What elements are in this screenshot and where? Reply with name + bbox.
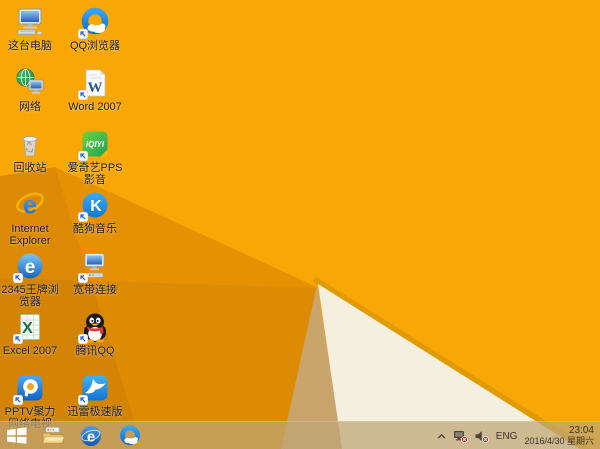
desktop-icon-word-2007[interactable]: W Word 2007 — [63, 67, 127, 113]
icon-label: 网络 — [19, 101, 41, 113]
svg-text:K: K — [90, 198, 102, 215]
internet-explorer-icon: e — [14, 189, 46, 221]
broadband-connection-icon — [78, 250, 111, 283]
shortcut-arrow-icon — [13, 273, 23, 283]
kugou-music-icon: K — [78, 189, 111, 222]
network-tray-icon[interactable] — [453, 430, 468, 443]
volume-muted-icon — [475, 430, 489, 443]
shortcut-arrow-icon — [78, 273, 88, 283]
desktop: 这台电脑 网络 回收站 e Internet Explorer e 2345王牌… — [0, 0, 600, 449]
desktop-icon-2345-browser[interactable]: e 2345王牌浏览器 — [0, 250, 62, 308]
qq-browser-taskbar-button[interactable] — [110, 422, 150, 449]
tencent-qq-icon — [78, 311, 111, 344]
icon-label: 宽带连接 — [73, 284, 117, 296]
this-pc-icon — [14, 6, 46, 38]
qq-browser-icon — [78, 6, 111, 39]
icon-label: 这台电脑 — [8, 40, 52, 52]
icon-label: Excel 2007 — [2, 345, 58, 357]
internet-explorer-taskbar-button[interactable]: e — [72, 422, 110, 449]
shortcut-arrow-icon — [78, 212, 88, 222]
qq-browser-icon — [120, 424, 140, 445]
shortcut-arrow-icon — [78, 90, 88, 100]
internet-explorer-icon: e — [81, 425, 101, 446]
svg-text:e: e — [23, 192, 37, 220]
desktop-icon-this-pc[interactable]: 这台电脑 — [0, 6, 62, 52]
show-hidden-icons-button[interactable] — [437, 433, 446, 440]
icon-label: Word 2007 — [68, 101, 122, 113]
chevron-up-icon — [437, 433, 446, 438]
network-disconnected-icon — [453, 430, 468, 443]
svg-text:iQIYI: iQIYI — [86, 140, 105, 149]
desktop-icon-network[interactable]: 网络 — [0, 67, 62, 113]
desktop-icon-kugou-music[interactable]: K 酷狗音乐 — [63, 189, 127, 235]
desktop-icon-tencent-qq[interactable]: 腾讯QQ — [63, 311, 127, 357]
icon-label: 2345王牌浏览器 — [1, 284, 59, 308]
recycle-bin-icon — [14, 128, 46, 160]
icon-label: 腾讯QQ — [75, 345, 115, 357]
shortcut-arrow-icon — [78, 334, 88, 344]
icon-label: QQ浏览器 — [69, 40, 121, 52]
icon-label: 回收站 — [13, 162, 47, 174]
shortcut-arrow-icon — [78, 151, 88, 161]
icon-label: Internet Explorer — [9, 223, 51, 247]
file-explorer-icon — [42, 427, 64, 444]
clock-time: 23:04 — [568, 425, 594, 436]
svg-text:W: W — [88, 80, 103, 96]
iqiyi-pps-icon: iQIYI — [78, 128, 111, 161]
system-tray: ENG 23:04 2016/4/30 星期六 — [437, 422, 596, 449]
2345-browser-icon: e — [13, 250, 46, 283]
icon-label: 迅雷极速版 — [67, 406, 123, 418]
file-explorer-button[interactable] — [34, 422, 72, 449]
icon-label: 酷狗音乐 — [73, 223, 117, 235]
desktop-icon-thunder[interactable]: 迅雷极速版 — [63, 372, 127, 418]
taskbar: e ENG 23:04 2016/4/30 星期六 — [0, 421, 600, 449]
volume-tray-icon[interactable] — [475, 430, 489, 443]
icon-label: 爱奇艺PPS 影音 — [67, 162, 123, 186]
desktop-icon-qq-browser[interactable]: QQ浏览器 — [63, 6, 127, 52]
word-2007-icon: W — [78, 67, 111, 100]
svg-text:e: e — [25, 257, 36, 278]
windows-logo-icon — [7, 427, 27, 444]
start-button[interactable] — [0, 422, 34, 449]
desktop-icon-iqiyi-pps[interactable]: iQIYI 爱奇艺PPS 影音 — [63, 128, 127, 186]
clock-date: 2016/4/30 星期六 — [524, 436, 594, 446]
thunder-speed-icon — [78, 372, 111, 405]
language-indicator[interactable]: ENG — [496, 431, 518, 442]
desktop-icon-excel-2007[interactable]: X Excel 2007 — [0, 311, 62, 357]
shortcut-arrow-icon — [78, 29, 88, 39]
taskbar-clock[interactable]: 23:04 2016/4/30 星期六 — [524, 425, 596, 447]
shortcut-arrow-icon — [78, 395, 88, 405]
desktop-icon-broadband[interactable]: 宽带连接 — [63, 250, 127, 296]
network-icon — [14, 67, 46, 99]
svg-text:X: X — [22, 320, 33, 337]
desktop-icon-internet-explorer[interactable]: e Internet Explorer — [0, 189, 62, 248]
shortcut-arrow-icon — [13, 395, 23, 405]
desktop-icon-recycle-bin[interactable]: 回收站 — [0, 128, 62, 174]
shortcut-arrow-icon — [13, 334, 23, 344]
excel-2007-icon: X — [13, 311, 46, 344]
pptv-icon — [13, 372, 46, 405]
